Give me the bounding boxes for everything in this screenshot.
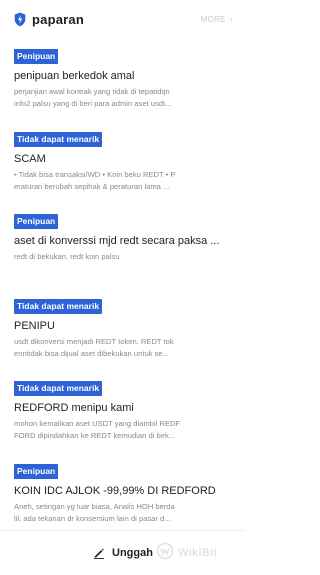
complaint-item[interactable]: Tidak dapat menarik REDFORD menipu kami …	[0, 378, 245, 441]
description-line: Aneh, setingan yg luar biasa, Analis HOH…	[14, 502, 175, 511]
description-line: enntidak bisa dijual aset dibekukan untu…	[14, 348, 169, 358]
complaint-item[interactable]: Penipuan aset di konverssi mjd redt seca…	[0, 211, 245, 263]
section-title: paparan	[32, 11, 84, 27]
complaint-title: SCAM	[14, 153, 46, 165]
description-line: • Tidak bisa transaksi/WD • Koin beku RE…	[14, 170, 176, 179]
complaint-title: aset di konverssi mjd redt secara paksa …	[14, 235, 220, 247]
shield-icon	[14, 11, 26, 27]
complaint-title: penipuan berkedok amal	[14, 70, 135, 82]
description-line: redt di bekukan, redt koin palsu	[14, 252, 120, 261]
complaint-item[interactable]: Penipuan KOIN IDC AJLOK -99,99% DI REDFO…	[0, 461, 245, 524]
upload-label: Unggah	[112, 547, 153, 559]
complaint-description: • Tidak bisa transaksi/WD • Koin beku RE…	[14, 169, 231, 192]
category-badge: Tidak dapat menarik	[14, 381, 103, 396]
description-line: perjanjian awal kontrak yang tidak di te…	[14, 87, 170, 96]
watermark-text: WikiBit	[178, 547, 218, 559]
chevron-right-icon: ›	[229, 14, 233, 24]
header: paparan MORE ›	[0, 0, 245, 38]
complaint-description: redt di bekukan, redt koin palsu	[14, 251, 231, 263]
watermark: WikiBit	[156, 540, 230, 566]
description-line: mohon kemalikan aset USDT yang diambil R…	[14, 419, 181, 428]
category-badge: Penipuan	[14, 464, 59, 479]
complaint-item[interactable]: Penipuan penipuan berkedok amal perjanji…	[0, 46, 245, 109]
complaint-title: PENIPU	[14, 320, 55, 332]
description-line: FORD dipindahkan ke REDT kemudian di bek…	[14, 430, 176, 440]
complaint-item[interactable]: Tidak dapat menarik PENIPU usdt dikonver…	[0, 296, 245, 359]
pen-icon	[92, 546, 106, 560]
complaint-description: mohon kemalikan aset USDT yang diambil R…	[14, 418, 231, 441]
complaint-title: REDFORD menipu kami	[14, 402, 134, 414]
category-badge: Tidak dapat menarik	[14, 132, 103, 147]
more-link[interactable]: MORE ›	[200, 14, 233, 24]
complaint-item[interactable]: Tidak dapat menarik SCAM • Tidak bisa tr…	[0, 129, 245, 192]
complaint-title: KOIN IDC AJLOK -99,99% DI REDFORD	[14, 485, 216, 497]
category-badge: Tidak dapat menarik	[14, 299, 103, 314]
complaint-description: perjanjian awal kontrak yang tidak di te…	[14, 86, 231, 109]
description-line: usdt dikonversi menjadi REDT token. REDT…	[14, 337, 174, 346]
more-label: MORE	[200, 14, 226, 24]
category-badge: Penipuan	[14, 214, 59, 229]
category-badge: Penipuan	[14, 49, 59, 64]
watermark-logo-icon	[156, 542, 174, 565]
description-line: info2 palsu yang di beri para admin aset…	[14, 98, 172, 108]
description-line: lil, ada tekanan dr konsersium lain di p…	[14, 513, 171, 523]
description-line: eraturan berubah sepihak & peraturan lam…	[14, 181, 170, 191]
complaint-description: usdt dikonversi menjadi REDT token. REDT…	[14, 336, 231, 359]
complaint-description: Aneh, setingan yg luar biasa, Analis HOH…	[14, 501, 231, 524]
